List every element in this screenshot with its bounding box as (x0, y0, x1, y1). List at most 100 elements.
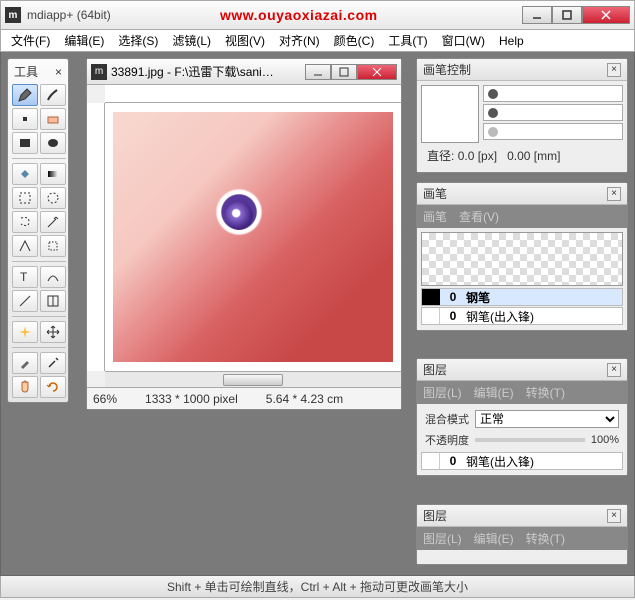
panel-close-icon[interactable]: × (607, 509, 621, 523)
canvas[interactable] (105, 103, 401, 371)
opacity-slider[interactable] (475, 438, 585, 442)
select-ellipse-tool[interactable] (40, 187, 66, 209)
brush-list-item[interactable]: 0 钢笔 (421, 288, 623, 306)
dims-cm: 5.64 * 4.23 cm (266, 392, 343, 406)
brush-name: 钢笔(出入锋) (462, 308, 622, 325)
brush-panel-title: 画笔 (423, 185, 447, 202)
layer-panel-title: 图层 (423, 361, 447, 378)
close-button[interactable] (582, 6, 630, 24)
document-statusbar: 66% 1333 * 1000 pixel 5.64 * 4.23 cm (87, 387, 401, 409)
watermark-text: www.ouyaoxiazai.com (220, 7, 378, 23)
document-window: m 33891.jpg - F:\迅雷下载\sani… 66% 1333 * 1… (86, 58, 402, 410)
lasso-tool[interactable] (12, 211, 38, 233)
brush-preset-row[interactable] (483, 123, 623, 140)
menu-select[interactable]: 选择(S) (112, 30, 164, 51)
brush-num: 0 (444, 290, 462, 304)
layer-list-item[interactable]: 0 钢笔(出入锋) (421, 452, 623, 470)
blend-mode-select[interactable]: 正常 (475, 410, 619, 428)
layer-panel-2: 图层 × 图层(L) 编辑(E) 转换(T) (416, 504, 628, 565)
picker-tool[interactable] (40, 352, 66, 374)
layer2-sub-convert[interactable]: 转换(T) (526, 530, 565, 547)
brush-tool[interactable] (40, 84, 66, 106)
tools-panel: 工具 × T (7, 58, 69, 403)
brush-texture-preview (421, 232, 623, 286)
layer2-sub-edit[interactable]: 编辑(E) (474, 530, 514, 547)
move-select-tool[interactable] (40, 235, 66, 257)
bucket-tool[interactable] (12, 163, 38, 185)
brush-list-item[interactable]: 0 钢笔(出入锋) (421, 307, 623, 325)
menu-filter[interactable]: 滤镜(L) (166, 30, 217, 51)
minimize-button[interactable] (522, 6, 552, 24)
menu-color[interactable]: 颜色(C) (328, 30, 381, 51)
panel-close-icon[interactable]: × (607, 187, 621, 201)
menu-edit[interactable]: 编辑(E) (58, 30, 110, 51)
gradient-tool[interactable] (40, 163, 66, 185)
swatch-icon (422, 453, 440, 469)
brush-control-title: 画笔控制 (423, 61, 471, 78)
shape-ellipse-tool[interactable] (40, 132, 66, 154)
panel-close-icon[interactable]: × (607, 63, 621, 77)
doc-maximize-button[interactable] (331, 64, 357, 80)
diameter-px: 0.0 [px] (458, 149, 497, 163)
doc-icon: m (91, 64, 107, 80)
circle-icon (488, 108, 498, 118)
brush-preset-row[interactable] (483, 85, 623, 102)
shape-rect-tool[interactable] (12, 132, 38, 154)
text-tool[interactable]: T (12, 266, 38, 288)
blend-mode-label: 混合模式 (425, 411, 469, 427)
main-titlebar: m mdiapp+ (64bit) www.ouyaoxiazai.com (0, 0, 635, 30)
circle-icon (488, 89, 498, 99)
app-icon: m (5, 7, 21, 23)
move-tool[interactable] (40, 321, 66, 343)
menu-file[interactable]: 文件(F) (5, 30, 56, 51)
doc-minimize-button[interactable] (305, 64, 331, 80)
path-tool[interactable] (40, 266, 66, 288)
tools-close-icon[interactable]: × (55, 65, 62, 79)
swatch-icon (422, 289, 440, 305)
layer-sub-edit[interactable]: 编辑(E) (474, 384, 514, 401)
doc-scrollbar-h[interactable] (105, 371, 401, 387)
tools-title: 工具 (14, 63, 38, 80)
ruler-vertical (87, 103, 105, 371)
opacity-value: 100% (591, 434, 619, 446)
layer-panel2-title: 图层 (423, 507, 447, 524)
hand-tool[interactable] (12, 376, 38, 398)
menu-tools[interactable]: 工具(T) (382, 30, 433, 51)
menu-window[interactable]: 窗口(W) (436, 30, 491, 51)
pen-tool[interactable] (12, 84, 38, 106)
brush-preset-row[interactable] (483, 104, 623, 121)
rotate-tool[interactable] (40, 376, 66, 398)
wand-tool[interactable] (40, 211, 66, 233)
menu-view[interactable]: 视图(V) (219, 30, 271, 51)
dims-px: 1333 * 1000 pixel (145, 392, 238, 406)
pen-select-tool[interactable] (12, 235, 38, 257)
brush-preview-large (421, 85, 479, 143)
brush-sub-brush[interactable]: 画笔 (423, 208, 447, 225)
panel-tool[interactable] (40, 290, 66, 312)
ruler-horizontal (105, 85, 401, 103)
eraser-tool[interactable] (40, 108, 66, 130)
diameter-label: 直径: (427, 149, 454, 163)
dot-tool[interactable] (12, 108, 38, 130)
brush-sub-view[interactable]: 查看(V) (459, 208, 499, 225)
menu-align[interactable]: 对齐(N) (273, 30, 326, 51)
layer-name: 钢笔(出入锋) (462, 453, 622, 470)
svg-text:T: T (20, 270, 28, 284)
line-tool[interactable] (12, 290, 38, 312)
select-rect-tool[interactable] (12, 187, 38, 209)
layer-sub-layer[interactable]: 图层(L) (423, 384, 462, 401)
diameter-mm: 0.00 [mm] (507, 149, 560, 163)
panel-close-icon[interactable]: × (607, 363, 621, 377)
main-statusbar: Shift + 单击可绘制直线，Ctrl + Alt + 拖动可更改画笔大小 (0, 576, 635, 598)
eyedropper-tool[interactable] (12, 352, 38, 374)
layer-sub-convert[interactable]: 转换(T) (526, 384, 565, 401)
maximize-button[interactable] (552, 6, 582, 24)
circle-icon (488, 127, 498, 137)
layer2-sub-layer[interactable]: 图层(L) (423, 530, 462, 547)
sparkle-tool[interactable] (12, 321, 38, 343)
workspace: 工具 × T (0, 52, 635, 576)
doc-close-button[interactable] (357, 64, 397, 80)
menu-help[interactable]: Help (493, 32, 530, 50)
status-hint: Shift + 单击可绘制直线，Ctrl + Alt + 拖动可更改画笔大小 (167, 578, 468, 595)
brush-panel: 画笔 × 画笔 查看(V) 0 钢笔 0 钢笔(出入锋) (416, 182, 628, 331)
